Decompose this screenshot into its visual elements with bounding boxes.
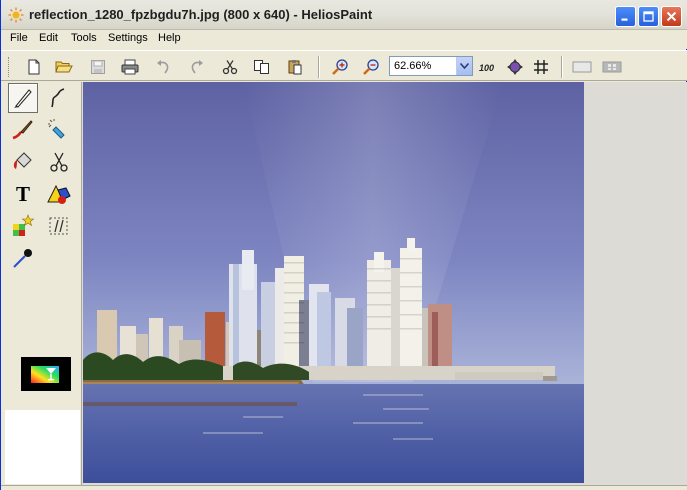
copy-button[interactable] xyxy=(251,56,273,78)
color-picker-icon xyxy=(13,249,32,268)
zoom-select[interactable]: 62.66% xyxy=(389,56,473,76)
menu-edit[interactable]: Edit xyxy=(39,32,58,44)
scissors-select-icon xyxy=(50,152,68,172)
sun-icon xyxy=(8,7,24,23)
tool-palette: T xyxy=(5,82,80,410)
pencil-icon xyxy=(14,89,32,108)
zoom-in-button[interactable] xyxy=(329,56,351,78)
paste-icon xyxy=(288,60,302,75)
color-swatch[interactable] xyxy=(21,357,71,391)
tool-text[interactable]: T xyxy=(8,179,38,209)
save-button[interactable] xyxy=(87,56,109,78)
toolbar-separator xyxy=(561,56,563,78)
toolbar-grip[interactable] xyxy=(8,57,11,77)
open-folder-icon xyxy=(55,61,73,73)
tool-options-panel xyxy=(5,410,80,484)
zoom-out-button[interactable] xyxy=(360,56,382,78)
selection-grid-button[interactable] xyxy=(601,56,623,78)
shapes-icon xyxy=(47,184,71,204)
zoom-in-icon xyxy=(332,59,348,75)
status-bar xyxy=(1,485,687,490)
menu-settings[interactable]: Settings xyxy=(108,32,148,44)
maximize-button[interactable] xyxy=(638,6,659,27)
tool-freehand-line[interactable] xyxy=(44,83,74,113)
new-file-icon xyxy=(28,59,40,75)
magic-wand-icon xyxy=(13,214,35,236)
selection-rect-icon xyxy=(572,61,592,73)
chevron-down-icon[interactable] xyxy=(456,57,472,75)
print-button[interactable] xyxy=(119,56,141,78)
title-bar[interactable]: reflection_1280_fpzbgdu7h.jpg (800 x 640… xyxy=(1,0,687,30)
redo-icon xyxy=(191,60,203,74)
tool-pencil[interactable] xyxy=(8,83,38,113)
open-button[interactable] xyxy=(53,56,75,78)
bucket-fill-icon xyxy=(13,152,32,169)
maximize-icon xyxy=(643,11,654,22)
tool-transform[interactable] xyxy=(44,211,74,241)
minimize-icon xyxy=(621,18,628,21)
undo-icon xyxy=(157,60,169,74)
selection-rect-button[interactable] xyxy=(571,56,593,78)
city-skyline-photo xyxy=(83,82,584,483)
text-tool-icon: T xyxy=(15,181,30,206)
tool-brush[interactable] xyxy=(8,115,38,145)
canvas-area[interactable] xyxy=(81,82,687,485)
grid-button[interactable] xyxy=(530,56,552,78)
tool-shapes[interactable] xyxy=(44,179,74,209)
app-window: reflection_1280_fpzbgdu7h.jpg (800 x 640… xyxy=(0,0,687,490)
toolbar-separator xyxy=(318,56,320,78)
paste-button[interactable] xyxy=(284,56,306,78)
fit-window-icon xyxy=(507,59,523,75)
zoom-value: 62.66% xyxy=(394,60,432,72)
close-button[interactable] xyxy=(661,6,682,27)
window-title: reflection_1280_fpzbgdu7h.jpg (800 x 640… xyxy=(29,7,373,22)
tool-bucket-fill[interactable] xyxy=(8,147,38,177)
main-toolbar: 62.66% 100 xyxy=(1,50,687,81)
tool-spray-can[interactable] xyxy=(44,115,74,145)
undo-button[interactable] xyxy=(152,56,174,78)
tool-color-picker[interactable] xyxy=(8,243,38,273)
print-icon xyxy=(121,59,139,75)
image-canvas[interactable] xyxy=(83,82,584,483)
tool-magic-wand[interactable] xyxy=(8,211,38,241)
freehand-line-icon xyxy=(51,88,65,108)
minimize-button[interactable] xyxy=(615,6,636,27)
brush-icon xyxy=(12,120,33,140)
save-icon xyxy=(91,60,105,74)
cut-icon xyxy=(222,60,238,75)
zoom-out-icon xyxy=(363,59,379,75)
grid-icon xyxy=(534,60,548,74)
svg-text:100: 100 xyxy=(479,63,494,73)
close-icon xyxy=(666,11,677,22)
tool-scissors-select[interactable] xyxy=(44,147,74,177)
menu-file[interactable]: File xyxy=(10,32,28,44)
copy-icon xyxy=(254,60,269,74)
menu-help[interactable]: Help xyxy=(158,32,181,44)
color-palette-icon xyxy=(31,366,59,383)
cut-button[interactable] xyxy=(219,56,241,78)
zoom-100-button[interactable]: 100 xyxy=(476,56,498,78)
new-file-button[interactable] xyxy=(23,56,45,78)
selection-grid-icon xyxy=(602,61,622,73)
transform-icon xyxy=(49,217,68,235)
fit-window-button[interactable] xyxy=(504,56,526,78)
menu-bar: File Edit Tools Settings Help xyxy=(1,30,687,49)
redo-button[interactable] xyxy=(186,56,208,78)
menu-tools[interactable]: Tools xyxy=(71,32,97,44)
zoom-100-icon: 100 xyxy=(479,63,494,73)
spray-can-icon xyxy=(48,119,65,139)
